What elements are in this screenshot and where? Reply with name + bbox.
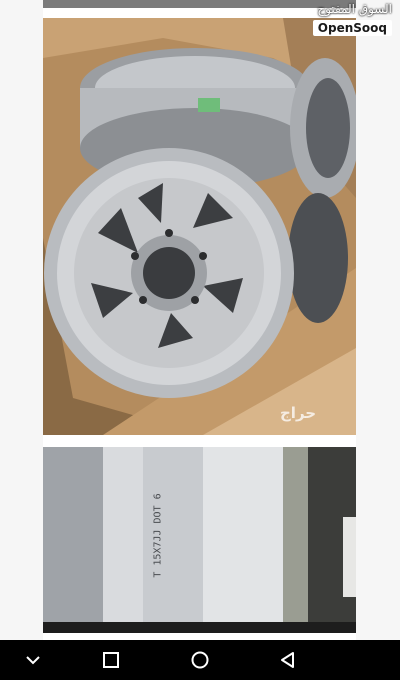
closeup-photo[interactable] [43,447,356,633]
haraj-watermark: حراج [280,404,317,422]
triangle-back-icon [281,652,294,668]
nav-home-button[interactable] [187,648,213,672]
chevron-down-icon [26,656,40,665]
nav-collapse-button[interactable] [20,648,46,672]
android-navigation-bar [0,640,400,680]
opensooq-brand: السوق المفتوح OpenSooq [312,0,396,44]
circle-icon [191,651,209,669]
brand-english-label: OpenSooq [312,20,392,36]
nav-back-button[interactable] [275,648,301,672]
closeup-image [43,447,356,633]
left-gutter [0,0,43,640]
closeup-stamp: T 15X7JJ DOT 6 [152,493,164,578]
brand-arabic-label: السوق المفتوح [317,2,392,16]
right-gutter [356,0,400,640]
wheels-image [43,18,356,435]
square-icon [103,652,119,668]
wheels-photo[interactable] [43,18,356,435]
closeup-stamp-wrap: T 15X7JJ DOT 6 [153,470,196,620]
previous-photo-edge[interactable] [43,0,356,8]
nav-recents-button[interactable] [98,648,124,672]
